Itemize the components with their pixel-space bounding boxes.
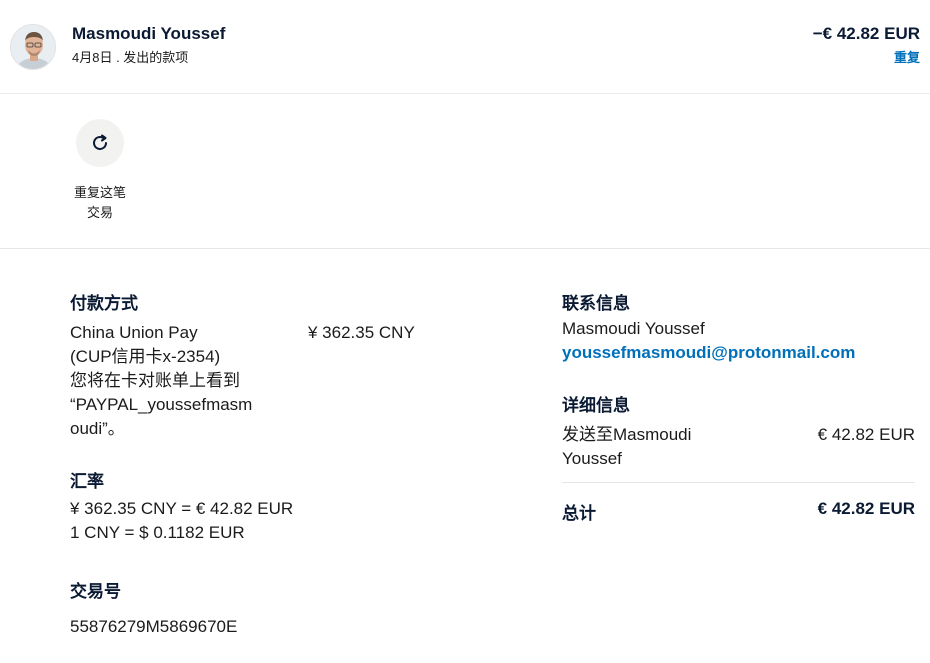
contact-name: Masmoudi Youssef bbox=[562, 319, 705, 338]
exchange-rate-title: 汇率 bbox=[70, 472, 104, 491]
contact-email-link[interactable]: youssefmasmoudi@protonmail.com bbox=[562, 343, 855, 363]
payment-method-line: “PAYPAL_youssefmasm bbox=[70, 395, 253, 414]
exchange-rate-details: ¥ 362.35 CNY = € 42.82 EUR 1 CNY = $ 0.1… bbox=[70, 497, 293, 545]
payment-method-line: 您将在卡对账单上看到 bbox=[70, 371, 240, 390]
payment-method-title: 付款方式 bbox=[70, 294, 138, 313]
repeat-transaction-label: 重复这笔 交易 bbox=[64, 183, 136, 223]
exchange-rate-line: 1 CNY = $ 0.1182 EUR bbox=[70, 523, 245, 542]
payment-method-details: China Union Pay (CUP信用卡x-2354) 您将在卡对账单上看… bbox=[70, 321, 252, 441]
repeat-label-line2: 交易 bbox=[86, 205, 113, 220]
repeat-transaction-button[interactable]: 重复这笔 交易 bbox=[64, 119, 136, 223]
details-line: 发送至Masmoudi bbox=[562, 425, 692, 444]
transaction-id-title: 交易号 bbox=[70, 582, 121, 601]
transaction-id: 55876279M5869670E bbox=[70, 617, 238, 636]
payment-method-line: China Union Pay bbox=[70, 323, 198, 342]
actions-bar: 重复这笔 交易 bbox=[0, 95, 930, 249]
details-amount: € 42.82 EUR bbox=[817, 425, 915, 444]
contact-info-title: 联系信息 bbox=[562, 294, 630, 313]
payment-amount: ¥ 362.35 CNY bbox=[308, 323, 415, 342]
total-label: 总计 bbox=[562, 504, 596, 523]
transaction-header: Masmoudi Youssef 4月8日 . 发出的款项 −€ 42.82 E… bbox=[0, 0, 930, 94]
total-divider bbox=[562, 482, 915, 483]
transaction-date-type: 4月8日 . 发出的款项 bbox=[72, 50, 189, 65]
payment-method-line: (CUP信用卡x-2354) bbox=[70, 347, 221, 366]
payee-name: Masmoudi Youssef bbox=[72, 24, 226, 43]
avatar bbox=[10, 24, 56, 70]
repeat-button-circle[interactable] bbox=[76, 119, 124, 167]
details-recipient: 发送至Masmoudi Youssef bbox=[562, 423, 691, 471]
repeat-link[interactable]: 重复 bbox=[894, 47, 920, 66]
refresh-icon bbox=[93, 134, 107, 150]
details-title: 详细信息 bbox=[562, 396, 630, 415]
details-line: Youssef bbox=[562, 449, 622, 468]
transaction-amount: −€ 42.82 EUR bbox=[812, 24, 920, 43]
exchange-rate-line: ¥ 362.35 CNY = € 42.82 EUR bbox=[70, 499, 294, 518]
total-value: € 42.82 EUR bbox=[817, 499, 915, 518]
payment-method-line: oudi”。 bbox=[70, 419, 125, 438]
repeat-label-line1: 重复这笔 bbox=[73, 185, 126, 200]
